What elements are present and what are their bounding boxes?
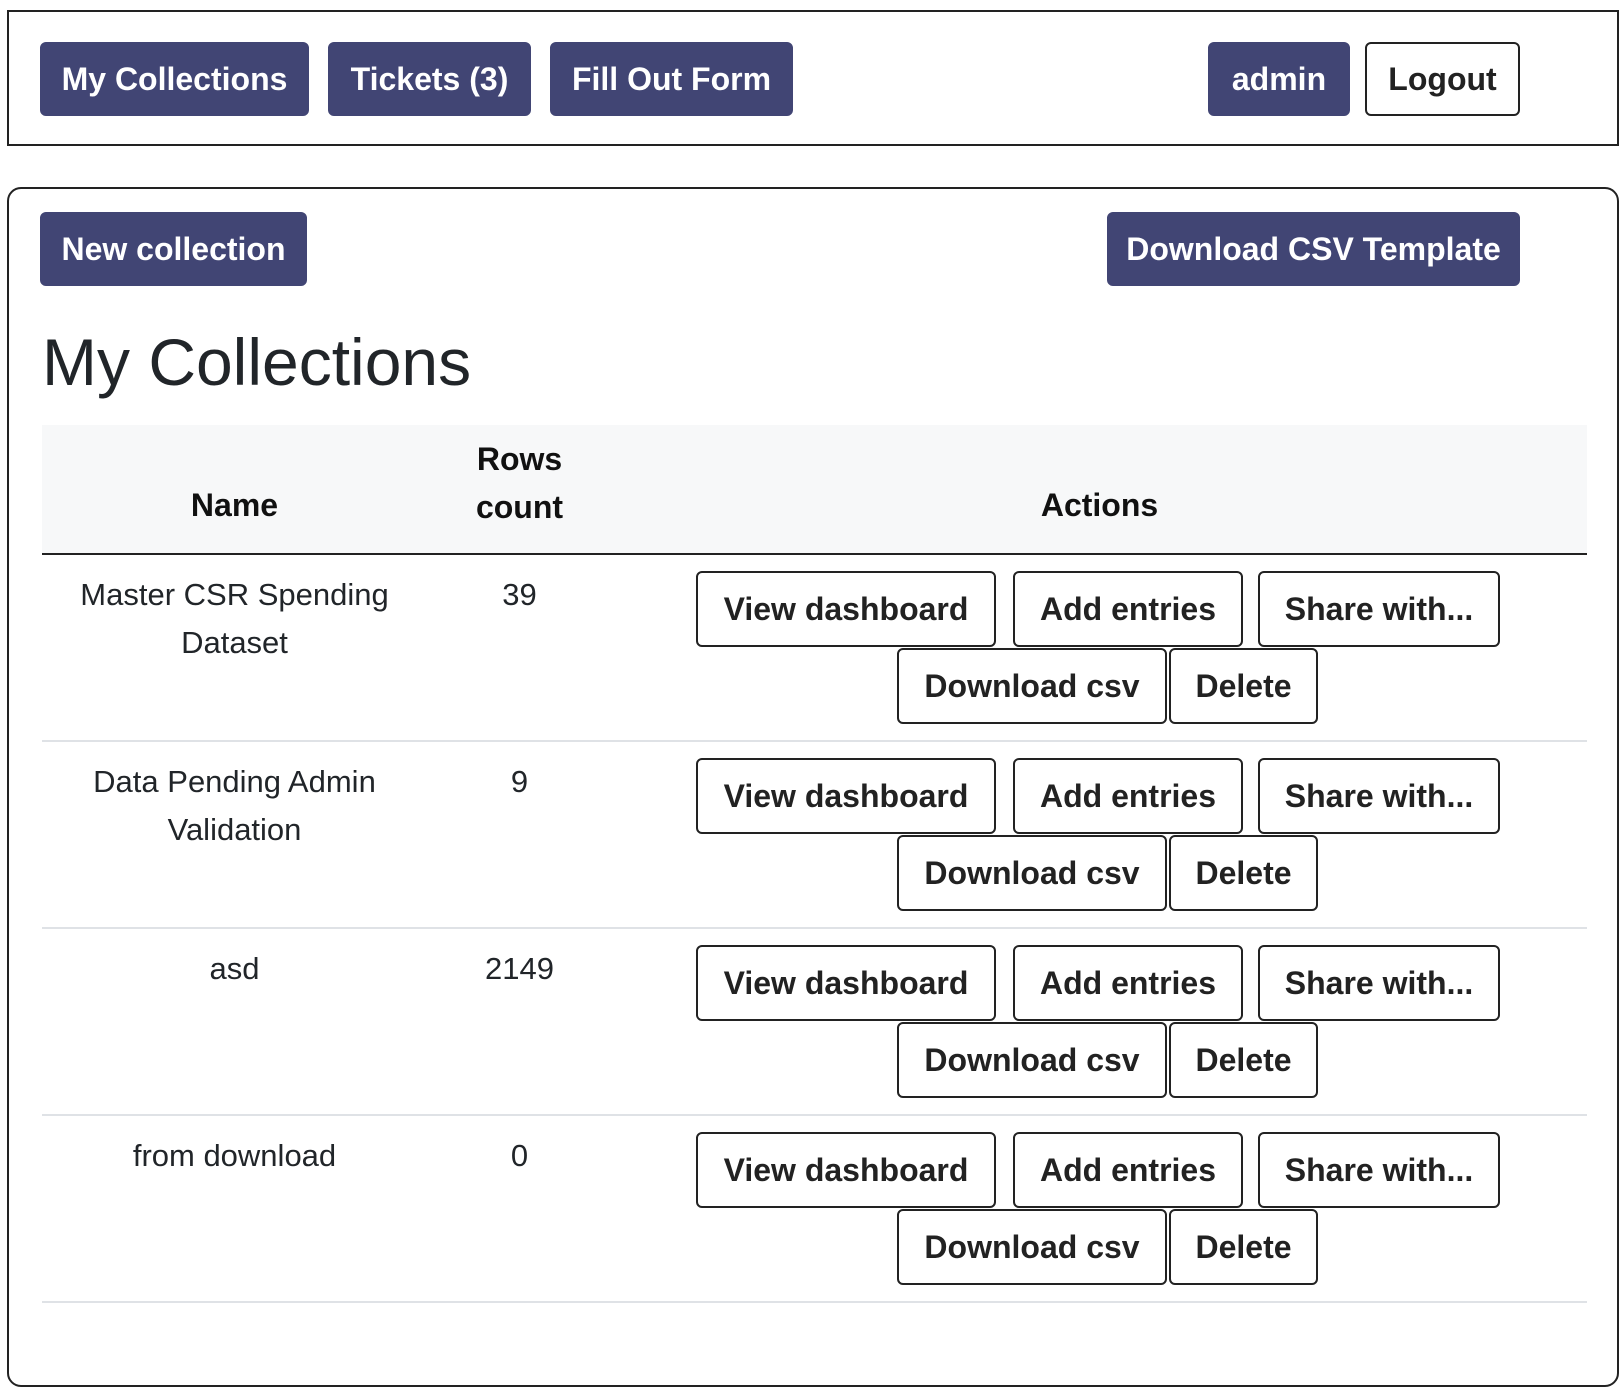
add-entries-button[interactable]: Add entries bbox=[1013, 571, 1243, 647]
page-title: My Collections bbox=[42, 325, 472, 399]
rows-count: 9 bbox=[510, 764, 529, 799]
delete-button[interactable]: Delete bbox=[1169, 1209, 1318, 1285]
download-csv-button[interactable]: Download csv bbox=[897, 1022, 1167, 1098]
column-header-rows-count-line1: Rows bbox=[476, 441, 563, 477]
rows-count: 39 bbox=[502, 577, 537, 612]
column-header-actions: Actions bbox=[1040, 487, 1159, 523]
column-header-rows-count: Rows count bbox=[427, 435, 612, 531]
collection-name: Data Pending Admin Validation bbox=[93, 764, 376, 847]
share-with-button[interactable]: Share with... bbox=[1258, 1132, 1500, 1208]
delete-button[interactable]: Delete bbox=[1169, 648, 1318, 724]
add-entries-button[interactable]: Add entries bbox=[1013, 945, 1243, 1021]
nav-fill-out-form-button[interactable]: Fill Out Form bbox=[550, 42, 793, 116]
share-with-button[interactable]: Share with... bbox=[1258, 945, 1500, 1021]
rows-count: 0 bbox=[510, 1138, 529, 1173]
view-dashboard-button[interactable]: View dashboard bbox=[696, 571, 996, 647]
user-menu-button[interactable]: admin bbox=[1208, 42, 1350, 116]
download-csv-button[interactable]: Download csv bbox=[897, 835, 1167, 911]
view-dashboard-button[interactable]: View dashboard bbox=[696, 945, 996, 1021]
download-csv-button[interactable]: Download csv bbox=[897, 1209, 1167, 1285]
collection-name: from download bbox=[132, 1138, 337, 1173]
share-with-button[interactable]: Share with... bbox=[1258, 758, 1500, 834]
table-header: Name Rows count Actions bbox=[42, 425, 1587, 555]
table-row: asd 2149 View dashboard Add entries Shar… bbox=[42, 929, 1587, 1116]
download-csv-template-button[interactable]: Download CSV Template bbox=[1107, 212, 1520, 286]
column-header-rows-count-line2: count bbox=[475, 489, 564, 525]
table-row: Data Pending Admin Validation 9 View das… bbox=[42, 742, 1587, 929]
collection-name: Master CSR Spending Dataset bbox=[80, 577, 389, 660]
collection-name: asd bbox=[209, 951, 260, 986]
view-dashboard-button[interactable]: View dashboard bbox=[696, 758, 996, 834]
rows-count: 2149 bbox=[485, 951, 554, 986]
nav-tickets-button[interactable]: Tickets (3) bbox=[328, 42, 531, 116]
logout-button[interactable]: Logout bbox=[1365, 42, 1520, 116]
table-row: Master CSR Spending Dataset 39 View dash… bbox=[42, 555, 1587, 742]
add-entries-button[interactable]: Add entries bbox=[1013, 758, 1243, 834]
delete-button[interactable]: Delete bbox=[1169, 1022, 1318, 1098]
collections-card: New collection Download CSV Template My … bbox=[7, 187, 1619, 1387]
table-row: from download 0 View dashboard Add entri… bbox=[42, 1116, 1587, 1303]
column-header-name: Name bbox=[190, 487, 279, 523]
download-csv-button[interactable]: Download csv bbox=[897, 648, 1167, 724]
add-entries-button[interactable]: Add entries bbox=[1013, 1132, 1243, 1208]
delete-button[interactable]: Delete bbox=[1169, 835, 1318, 911]
nav-my-collections-button[interactable]: My Collections bbox=[40, 42, 309, 116]
top-navbar: My Collections Tickets (3) Fill Out Form… bbox=[7, 10, 1619, 146]
new-collection-button[interactable]: New collection bbox=[40, 212, 307, 286]
view-dashboard-button[interactable]: View dashboard bbox=[696, 1132, 996, 1208]
share-with-button[interactable]: Share with... bbox=[1258, 571, 1500, 647]
